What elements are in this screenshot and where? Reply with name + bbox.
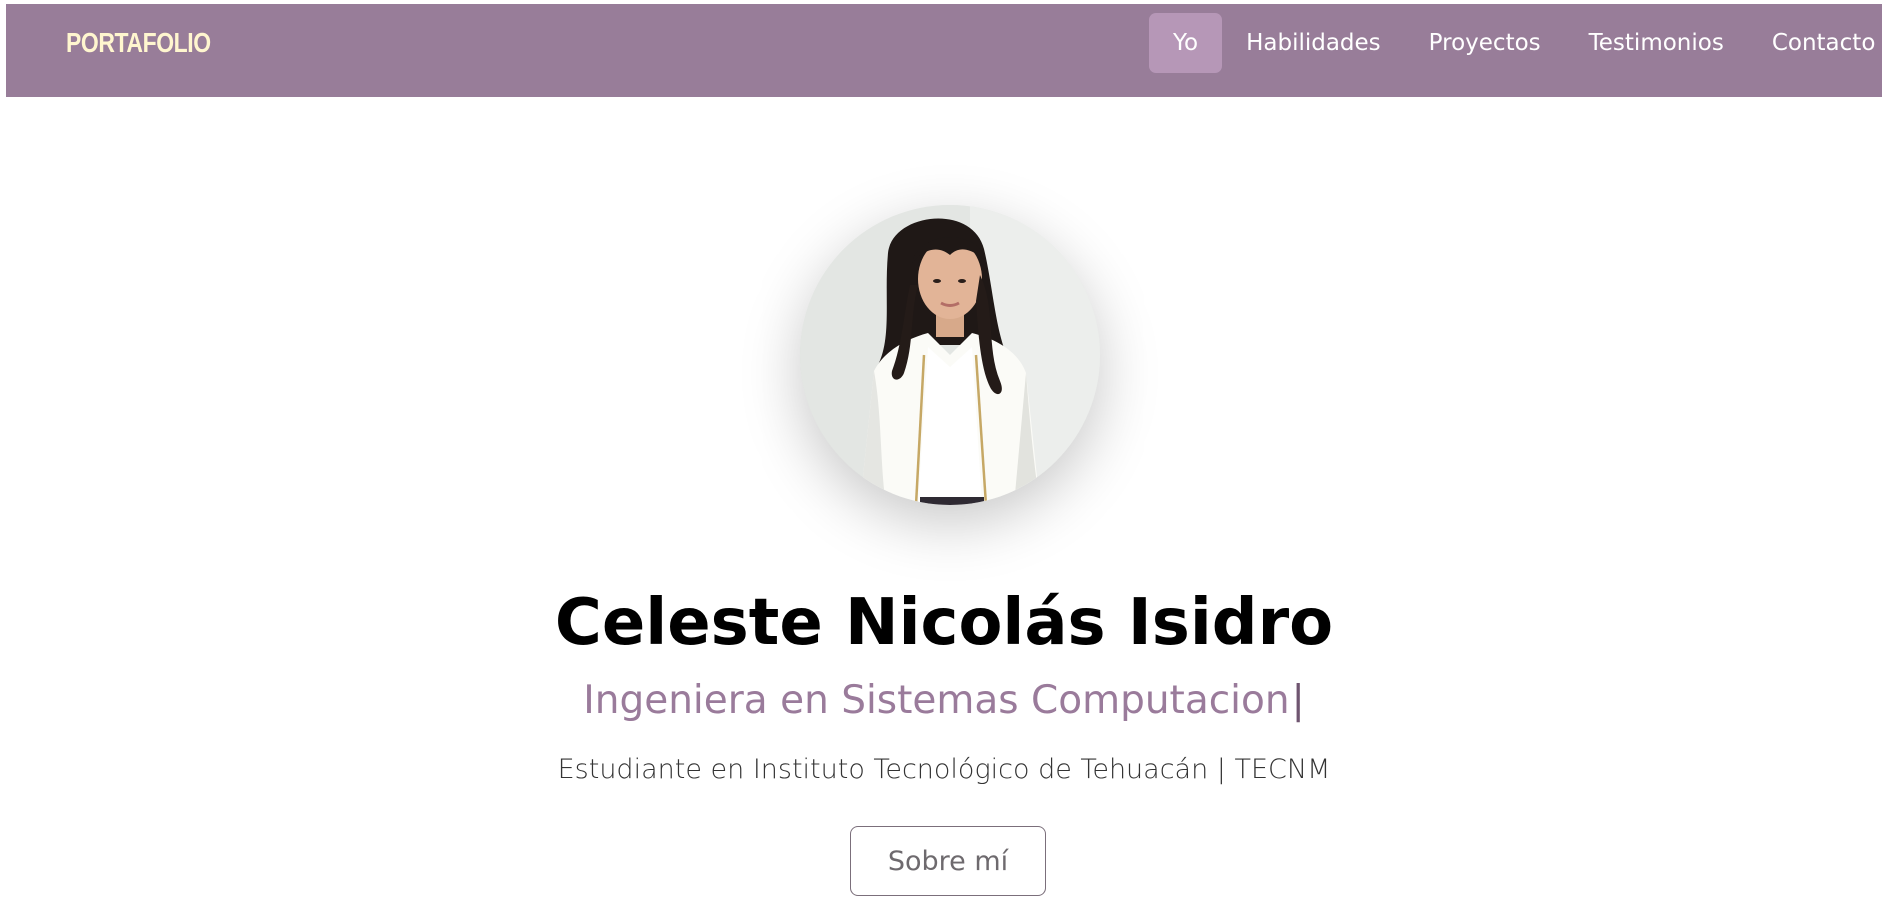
nav-item-testimonios[interactable]: Testimonios — [1565, 13, 1748, 73]
profile-illustration — [800, 205, 1100, 505]
typing-caret: | — [1291, 678, 1305, 723]
page: PORTAFOLIO Yo Habilidades Proyectos Test… — [6, 4, 1882, 903]
about-me-button[interactable]: Sobre mí — [850, 826, 1046, 896]
profile-role-text: Ingeniera en Sistemas Computacion — [583, 678, 1290, 723]
nav-item-contacto[interactable]: Contacto — [1748, 13, 1882, 73]
profile-role: Ingeniera en Sistemas Computacion| — [6, 676, 1882, 726]
profile-photo — [800, 205, 1100, 505]
brand-logo[interactable]: PORTAFOLIO — [66, 26, 211, 60]
navbar: PORTAFOLIO Yo Habilidades Proyectos Test… — [6, 4, 1882, 97]
nav-item-proyectos[interactable]: Proyectos — [1405, 13, 1565, 73]
nav-item-yo[interactable]: Yo — [1149, 13, 1223, 73]
nav-menu: Yo Habilidades Proyectos Testimonios Con… — [1149, 13, 1882, 73]
profile-name: Celeste Nicolás Isidro — [554, 586, 1334, 660]
profile-school: Estudiante en Instituto Tecnológico de T… — [557, 754, 1331, 785]
nav-item-habilidades[interactable]: Habilidades — [1222, 13, 1405, 73]
